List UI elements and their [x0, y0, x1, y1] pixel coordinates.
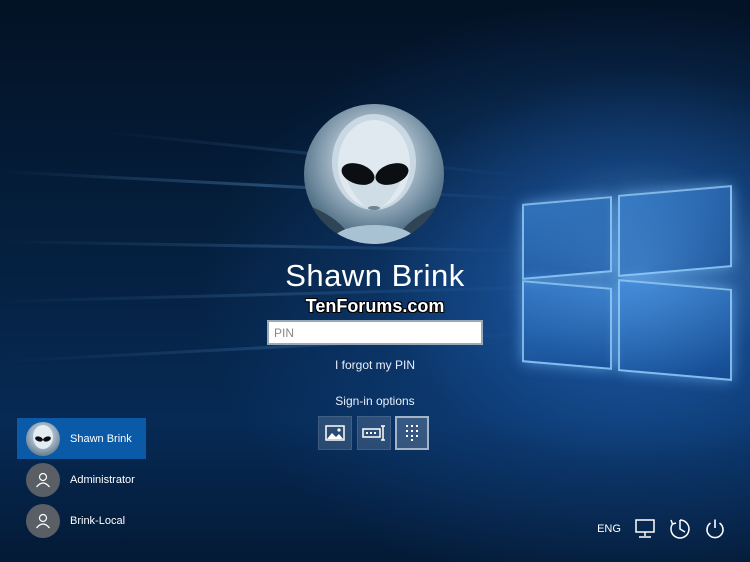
person-icon	[36, 472, 50, 487]
network-icon	[635, 519, 655, 538]
user-item-label: Shawn Brink	[70, 432, 132, 445]
alien-avatar-image	[33, 424, 53, 449]
network-button[interactable]	[630, 515, 660, 543]
picture-password-button[interactable]	[318, 416, 352, 450]
pin-keypad-icon	[406, 425, 418, 441]
user-avatar-small	[26, 462, 60, 497]
user-display-name: Shawn Brink	[285, 258, 465, 293]
user-item-label: Brink-Local	[70, 514, 126, 527]
ease-of-access-button[interactable]	[665, 515, 695, 543]
user-item-administrator[interactable]: Administrator	[17, 459, 146, 500]
power-icon	[706, 519, 724, 539]
password-button[interactable]	[357, 416, 391, 450]
user-item-brink-local[interactable]: Brink-Local	[17, 500, 146, 541]
user-item-label: Administrator	[70, 473, 135, 486]
ease-of-access-icon	[670, 519, 690, 539]
background-light-beam	[0, 240, 530, 253]
user-avatar-small	[26, 421, 60, 456]
user-avatar-small	[26, 503, 60, 538]
watermark-text: TenForums.com	[305, 296, 445, 316]
power-button[interactable]	[701, 515, 729, 543]
person-icon	[36, 513, 50, 528]
pin-input[interactable]	[267, 320, 483, 345]
forgot-pin-link[interactable]: I forgot my PIN	[0, 358, 750, 372]
pin-button[interactable]	[395, 416, 429, 450]
language-indicator[interactable]: ENG	[592, 515, 626, 543]
user-avatar	[304, 104, 444, 244]
alien-avatar-image	[304, 114, 444, 244]
password-key-icon	[362, 425, 385, 441]
sign-in-options-link[interactable]: Sign-in options	[0, 394, 750, 408]
picture-password-icon	[325, 425, 345, 441]
user-item-shawn-brink[interactable]: Shawn Brink	[17, 418, 146, 459]
